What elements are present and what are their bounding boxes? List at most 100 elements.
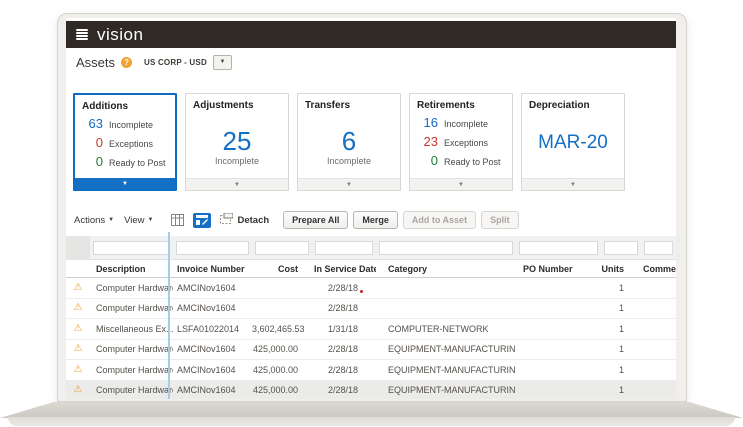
stat-label: Ready to Post — [444, 157, 501, 167]
tile-expander[interactable]: ▼ — [186, 178, 288, 190]
stat-ready-to-post: 0 Ready to Post — [416, 153, 512, 168]
freeze-icon[interactable] — [171, 214, 184, 226]
header-in-service-date[interactable]: In Service Date — [312, 264, 376, 274]
tile-count: 6 — [298, 126, 400, 157]
tile-expander[interactable]: ▼ — [410, 178, 512, 190]
business-unit-dropdown[interactable]: ▼ — [213, 55, 232, 70]
tile-expander[interactable]: ▼ — [75, 178, 175, 189]
tile-count: 25 — [186, 126, 288, 157]
tile-transfers[interactable]: Transfers 6 Incomplete ▼ — [297, 93, 401, 191]
prepare-all-button[interactable]: Prepare All — [283, 211, 348, 229]
app-header: vision — [66, 21, 676, 48]
table-row[interactable]: ⚠ Computer Hardware AMCINov1604 2/28/18 … — [66, 278, 676, 299]
tile-depreciation[interactable]: Depreciation MAR-20 ▼ — [521, 93, 625, 191]
header-po-number[interactable]: PO Number — [516, 264, 601, 274]
stat-ready-to-post: 0 Ready to Post — [81, 154, 175, 169]
header-comments[interactable]: Comments — [641, 264, 676, 274]
chevron-down-icon: ▼ — [108, 217, 114, 223]
cell-units: 1 — [601, 344, 641, 354]
cell-category: EQUIPMENT-MANUFACTURING — [376, 365, 516, 375]
tile-expander[interactable]: ▼ — [298, 178, 400, 190]
cell-units: 1 — [601, 324, 641, 334]
tile-title: Additions — [75, 95, 175, 112]
tile-adjustments[interactable]: Adjustments 25 Incomplete ▼ — [185, 93, 289, 191]
header-invoice-number[interactable]: Invoice Number — [173, 264, 252, 274]
assets-table: Description Invoice Number Cost In Servi… — [66, 236, 676, 399]
stat-value: 0 — [81, 154, 103, 169]
stat-incomplete: 16 Incomplete — [416, 115, 512, 130]
stat-value: 0 — [81, 135, 103, 150]
warning-icon: ⚠ — [74, 303, 83, 313]
table-row[interactable]: ⚠ Computer Hardware AMCINov1604 2/28/18 … — [66, 299, 676, 320]
chevron-down-icon: ▼ — [219, 59, 225, 65]
cell-units: 1 — [601, 365, 641, 375]
tile-retirements[interactable]: Retirements 16 Incomplete 23 Exceptions … — [409, 93, 513, 191]
cell-invoice-number: AMCINov1604 — [173, 303, 252, 313]
warning-icon: ⚠ — [74, 324, 83, 334]
cell-in-service-date: 1/31/18 — [312, 324, 376, 334]
stat-label: Ready to Post — [109, 158, 166, 168]
header-units[interactable]: Units — [601, 264, 641, 274]
tile-caption: Incomplete — [186, 156, 288, 166]
filter-description-input[interactable] — [93, 241, 170, 255]
cell-invoice-number: AMCINov1604 — [173, 283, 252, 293]
stat-incomplete: 63 Incomplete — [81, 116, 175, 131]
warning-icon: ⚠ — [74, 385, 83, 395]
cell-in-service-date: 2/28/18 — [312, 344, 376, 354]
filter-invoice-number-input[interactable] — [176, 241, 249, 255]
stat-label: Exceptions — [444, 138, 488, 148]
help-icon[interactable]: ? — [121, 57, 132, 68]
header-cost[interactable]: Cost — [252, 264, 312, 274]
cell-cost: 425,000.00 — [252, 344, 312, 354]
column-freeze-indicator[interactable] — [168, 232, 170, 399]
chevron-down-icon: ▼ — [346, 182, 352, 188]
view-menu[interactable]: View ▼ — [124, 215, 153, 226]
filter-cost-input[interactable] — [255, 241, 309, 255]
tile-caption: Incomplete — [298, 156, 400, 166]
cell-invoice-number: LSFA01022014 — [173, 324, 252, 334]
tile-additions[interactable]: Additions 63 Incomplete 0 Exceptions 0 R… — [73, 93, 177, 191]
chevron-down-icon: ▼ — [148, 217, 154, 223]
chevron-down-icon: ▼ — [458, 182, 464, 188]
add-to-asset-button: Add to Asset — [403, 211, 476, 229]
screen: vision Assets ? US CORP - USD ▼ Addition… — [66, 18, 676, 399]
warning-icon: ⚠ — [74, 283, 83, 293]
cell-in-service-date: 2/28/18 — [312, 303, 376, 313]
cell-units: 1 — [601, 303, 641, 313]
hamburger-menu-icon[interactable] — [76, 28, 88, 41]
cell-description: Computer Hardware — [90, 365, 173, 375]
filter-po-number-input[interactable] — [519, 241, 598, 255]
merge-button[interactable]: Merge — [353, 211, 398, 229]
table-row[interactable]: ⚠ Miscellaneous Ex... LSFA01022014 3,602… — [66, 319, 676, 340]
tile-title: Transfers — [298, 94, 400, 111]
actions-menu[interactable]: Actions ▼ — [74, 215, 114, 226]
chevron-down-icon: ▼ — [570, 182, 576, 188]
filter-in-service-date-input[interactable] — [315, 241, 373, 255]
monitor-frame: vision Assets ? US CORP - USD ▼ Addition… — [57, 13, 687, 402]
cell-cost: 425,000.00 — [252, 365, 312, 375]
header-description[interactable]: Description — [90, 264, 173, 274]
detach-button[interactable]: Detach — [220, 211, 269, 229]
cell-in-service-date: 2/28/18 — [312, 365, 376, 375]
table-row[interactable]: ⚠ Computer Hardware AMCINov1604 425,000.… — [66, 360, 676, 381]
warning-icon: ⚠ — [74, 365, 83, 375]
split-button: Split — [481, 211, 519, 229]
cell-description: Computer Hardware — [90, 283, 173, 293]
tile-expander[interactable]: ▼ — [522, 178, 624, 190]
cell-category: COMPUTER-NETWORK — [376, 324, 516, 334]
filter-category-input[interactable] — [379, 241, 513, 255]
filter-comments-input[interactable] — [644, 241, 673, 255]
filter-row — [66, 236, 676, 260]
header-category[interactable]: Category — [376, 264, 516, 274]
stat-label: Exceptions — [109, 139, 153, 149]
query-by-example-icon[interactable] — [193, 213, 211, 228]
filter-units-input[interactable] — [604, 241, 638, 255]
detach-label: Detach — [237, 215, 269, 226]
chevron-down-icon: ▼ — [234, 182, 240, 188]
table-row[interactable]: ⚠ Computer Hardware AMCINov1604 425,000.… — [66, 340, 676, 361]
stat-exceptions: 0 Exceptions — [81, 135, 175, 150]
stat-value: 63 — [81, 116, 103, 131]
table-row-selected[interactable]: ⚠ Computer Hardware AMCINov1604 425,000.… — [66, 381, 676, 400]
warning-icon: ⚠ — [74, 344, 83, 354]
cell-category: EQUIPMENT-MANUFACTURING — [376, 344, 516, 354]
